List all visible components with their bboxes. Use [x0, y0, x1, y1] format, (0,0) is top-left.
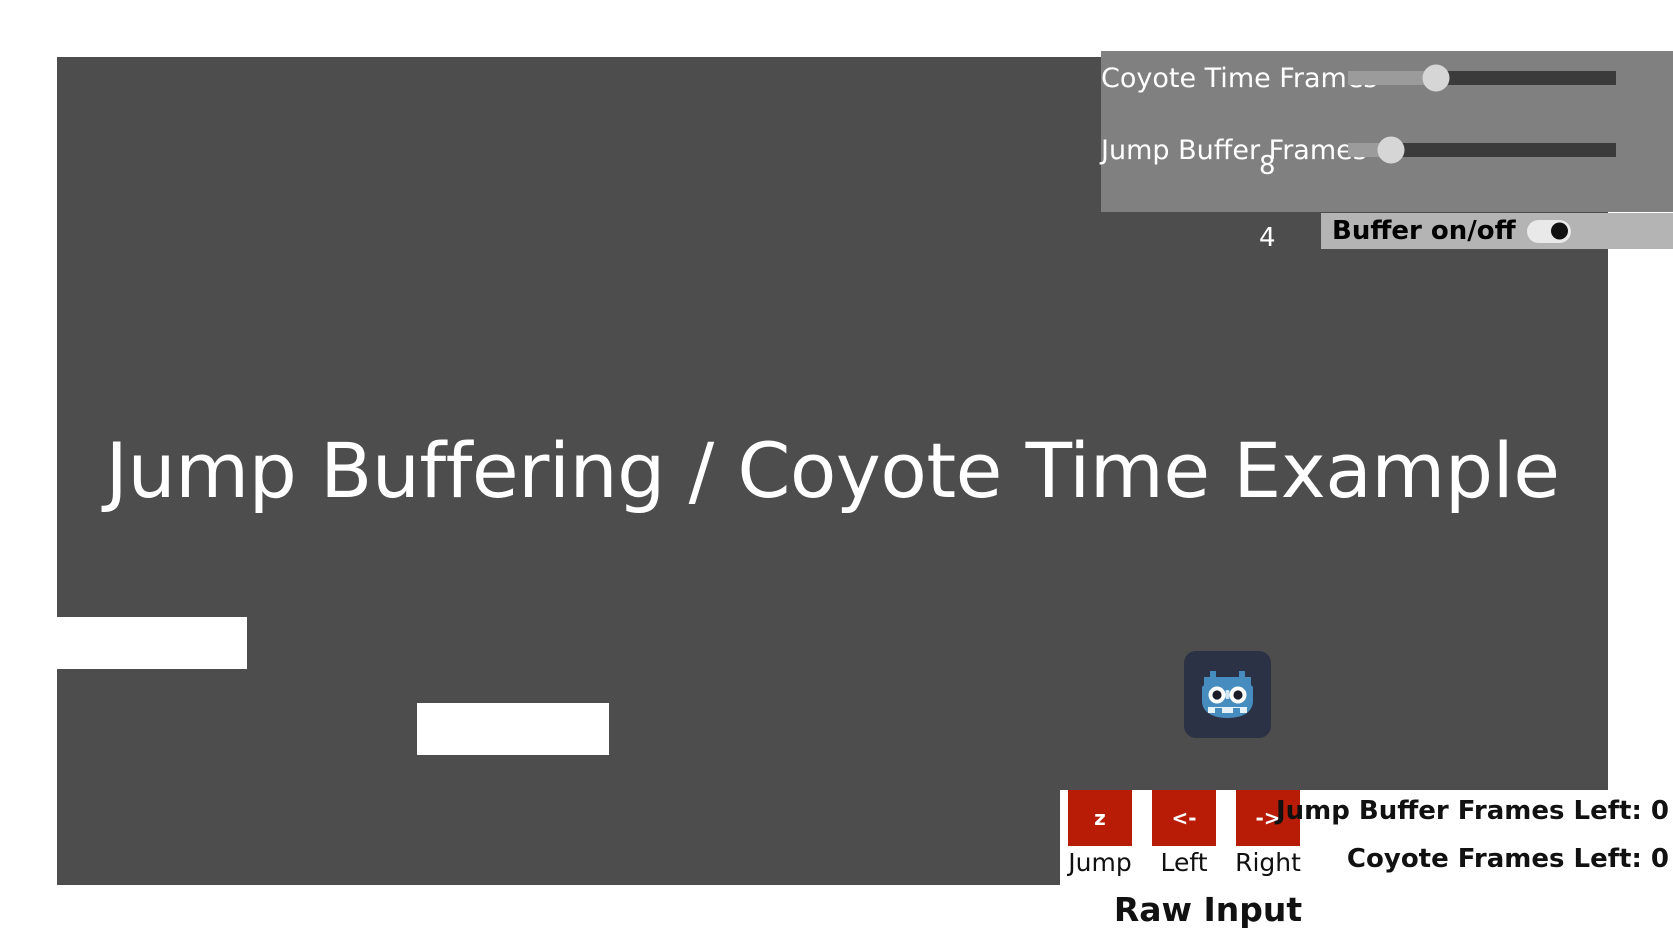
platform-left — [57, 617, 247, 669]
settings-panel: Coyote Time Frames 8 Jump Buffer Frames … — [1101, 51, 1673, 251]
jump-buffer-slider-label: Jump Buffer Frames — [1101, 134, 1367, 166]
buffer-toggle-strip: Buffer on/off — [1321, 213, 1673, 249]
raw-input-caption: Raw Input — [1113, 890, 1303, 929]
key-cap-left: <- — [1152, 790, 1216, 846]
page-title: Jump Buffering / Coyote Time Example — [105, 426, 1560, 515]
key-group-left: <- Left — [1152, 790, 1216, 875]
key-label-left: Left — [1160, 848, 1208, 877]
coyote-time-slider-knob[interactable] — [1422, 64, 1450, 92]
key-cap-jump: z — [1068, 790, 1132, 846]
buffer-toggle-switch[interactable] — [1526, 219, 1571, 243]
frame-counters: Jump Buffer Frames Left: 0 Coyote Frames… — [1276, 798, 1669, 872]
jump-buffer-slider-knob[interactable] — [1377, 136, 1405, 164]
jump-buffer-slider[interactable] — [1348, 136, 1616, 164]
raw-input-keys: z Jump <- Left -> Right — [1068, 790, 1301, 875]
coyote-time-slider[interactable] — [1348, 64, 1616, 92]
platform-middle — [417, 703, 609, 755]
godot-robot-icon — [1184, 651, 1271, 738]
buffer-toggle-label: Buffer on/off — [1332, 216, 1516, 246]
coyote-time-slider-label: Coyote Time Frames — [1101, 62, 1378, 94]
jump-buffer-slider-row: Jump Buffer Frames — [1101, 133, 1673, 167]
key-label-jump: Jump — [1068, 848, 1132, 877]
raw-input-panel: z Jump <- Left -> Right Jump Buffer Fram… — [1060, 790, 1673, 943]
coyote-frames-left: Coyote Frames Left: 0 — [1346, 844, 1669, 874]
app-root: Jump Buffering / Coyote Time Example Coy… — [0, 0, 1673, 943]
key-group-jump: z Jump — [1068, 790, 1132, 875]
coyote-time-slider-row: Coyote Time Frames — [1101, 61, 1673, 95]
jump-buffer-frames-left: Jump Buffer Frames Left: 0 — [1275, 796, 1669, 826]
buffer-toggle-knob — [1550, 222, 1568, 240]
